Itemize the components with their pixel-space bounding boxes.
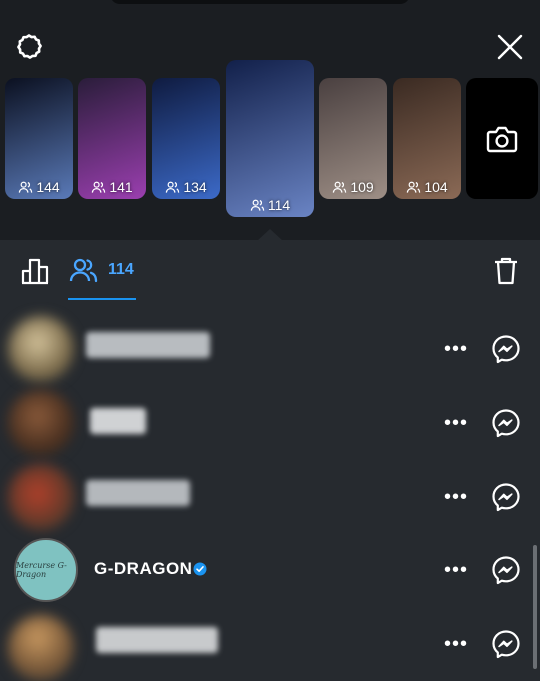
avatar[interactable] (8, 464, 74, 530)
delete-story-button[interactable] (490, 255, 522, 287)
avatar-logo-text: Mercurse G-Dragon (16, 561, 67, 579)
redacted-username[interactable] (86, 480, 190, 506)
viewer-count: 144 (5, 179, 73, 195)
avatar[interactable] (8, 615, 74, 681)
viewer-count-value: 144 (36, 179, 60, 195)
messenger-icon[interactable] (491, 482, 521, 512)
viewer-username[interactable]: G-DRAGON (94, 559, 192, 579)
tab-viewers[interactable] (68, 255, 100, 287)
more-options-button[interactable]: ••• (444, 633, 468, 656)
story-thumbnail[interactable]: 109 (319, 78, 387, 199)
users-icon (92, 181, 106, 193)
more-options-button[interactable]: ••• (444, 338, 468, 361)
viewer-count: 134 (152, 179, 220, 195)
story-thumbnail[interactable]: 104 (393, 78, 461, 199)
avatar[interactable]: Mercurse G-Dragon (14, 538, 78, 602)
add-story-button[interactable] (466, 78, 538, 199)
more-options-button[interactable]: ••• (444, 412, 468, 435)
users-icon (333, 181, 347, 193)
viewers-total: 114 (108, 261, 134, 278)
users-icon (407, 181, 421, 193)
users-icon (19, 181, 33, 193)
story-thumbnails: 144 141 134 114 109 104 (0, 0, 540, 240)
viewer-count-value: 134 (183, 179, 207, 195)
users-icon (69, 258, 98, 283)
viewer-count: 104 (393, 179, 461, 195)
redacted-username[interactable] (96, 627, 218, 653)
more-options-button[interactable]: ••• (444, 559, 468, 582)
messenger-icon[interactable] (491, 408, 521, 438)
tab-insights[interactable] (18, 254, 52, 288)
selected-pointer (257, 229, 283, 241)
users-icon (250, 199, 265, 211)
redacted-username[interactable] (86, 332, 210, 358)
viewer-row[interactable]: ••• (0, 312, 540, 386)
viewer-row[interactable]: ••• (0, 460, 540, 534)
more-options-button[interactable]: ••• (444, 486, 468, 509)
viewer-count: 109 (319, 179, 387, 195)
camera-icon (486, 126, 518, 152)
viewer-count-value: 104 (424, 179, 448, 195)
viewer-count-value: 141 (109, 179, 133, 195)
viewer-row[interactable]: ••• (0, 386, 540, 460)
viewer-count: 141 (78, 179, 146, 195)
story-thumbnail[interactable]: 141 (78, 78, 146, 199)
story-thumbnail[interactable]: 134 (152, 78, 220, 199)
active-tab-indicator (68, 298, 136, 300)
avatar[interactable] (8, 390, 74, 456)
bar-chart-icon (21, 258, 49, 285)
messenger-icon[interactable] (491, 555, 521, 585)
story-thumbnail-selected[interactable]: 114 (226, 60, 314, 217)
viewer-count-value: 109 (350, 179, 374, 195)
viewer-count-value: 114 (267, 197, 291, 213)
verified-badge-icon (193, 562, 207, 576)
story-thumbnail[interactable]: 144 (5, 78, 73, 199)
trash-icon (495, 257, 517, 285)
viewer-row[interactable]: ••• (0, 607, 540, 681)
messenger-icon[interactable] (491, 334, 521, 364)
scrollbar[interactable] (533, 545, 537, 669)
redacted-username[interactable] (90, 408, 146, 434)
avatar[interactable] (8, 316, 74, 382)
users-icon (166, 181, 180, 193)
viewer-count: 114 (226, 197, 314, 213)
messenger-icon[interactable] (491, 629, 521, 659)
